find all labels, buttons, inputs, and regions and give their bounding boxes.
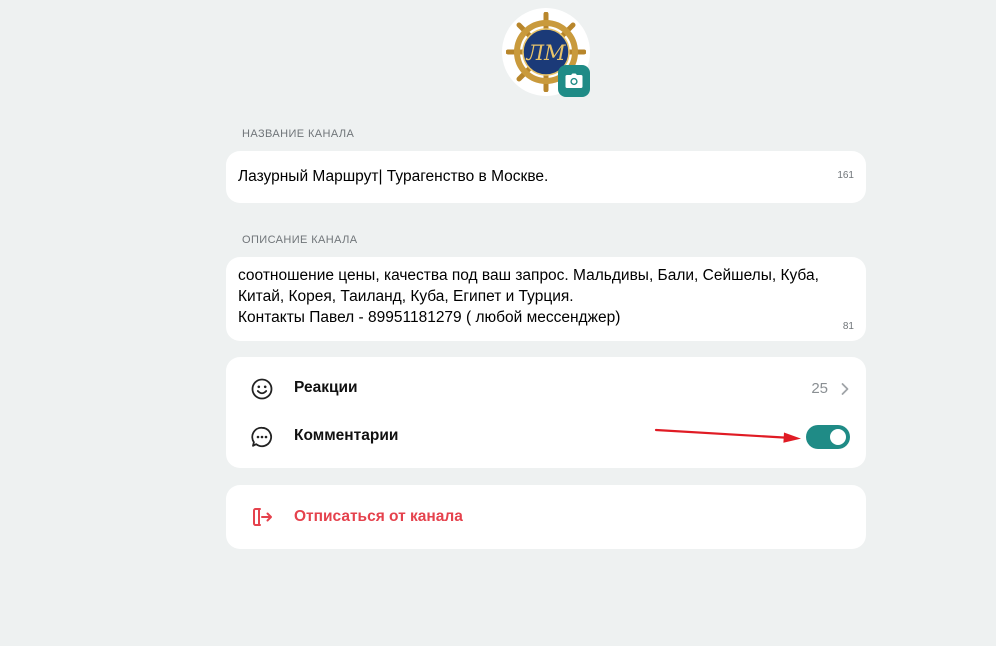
comments-toggle[interactable]	[806, 425, 850, 449]
camera-icon	[565, 73, 583, 88]
channel-description-card: соотношение цены, качества под ваш запро…	[226, 257, 866, 341]
reactions-label: Реакции	[294, 379, 358, 396]
reactions-row[interactable]: Реакции 25	[226, 365, 866, 413]
chevron-right-icon	[841, 383, 849, 395]
leave-channel-label: Отписаться от канала	[294, 508, 463, 525]
toggle-knob	[830, 429, 846, 445]
annotation-arrow	[654, 428, 801, 443]
channel-name-field[interactable]: Лазурный Маршрут| Турагенство в Москве.	[238, 168, 828, 186]
channel-description-field[interactable]: соотношение цены, качества под ваш запро…	[238, 265, 848, 328]
channel-name-char-counter: 161	[837, 170, 854, 181]
channel-settings-page: ЛМ НАЗВАНИЕ КАНАЛА Лазурный Маршрут| Тур…	[0, 0, 996, 646]
channel-name-card: Лазурный Маршрут| Турагенство в Москве. …	[226, 151, 866, 203]
leave-channel-button[interactable]: Отписаться от канала	[226, 485, 866, 549]
channel-avatar-wrap: ЛМ	[502, 8, 590, 97]
channel-settings-card: Реакции 25 Комментарии	[226, 357, 866, 468]
logout-icon	[253, 508, 272, 526]
chat-bubble-icon	[251, 426, 273, 448]
change-photo-button[interactable]	[558, 65, 590, 97]
avatar-monogram: ЛМ	[525, 41, 566, 65]
smile-icon	[251, 378, 273, 400]
reactions-count: 25	[811, 380, 828, 397]
channel-description-label: ОПИСАНИЕ КАНАЛА	[242, 234, 358, 246]
channel-description-char-counter: 81	[842, 321, 854, 332]
channel-name-label: НАЗВАНИЕ КАНАЛА	[242, 128, 355, 140]
comments-label: Комментарии	[294, 427, 399, 444]
